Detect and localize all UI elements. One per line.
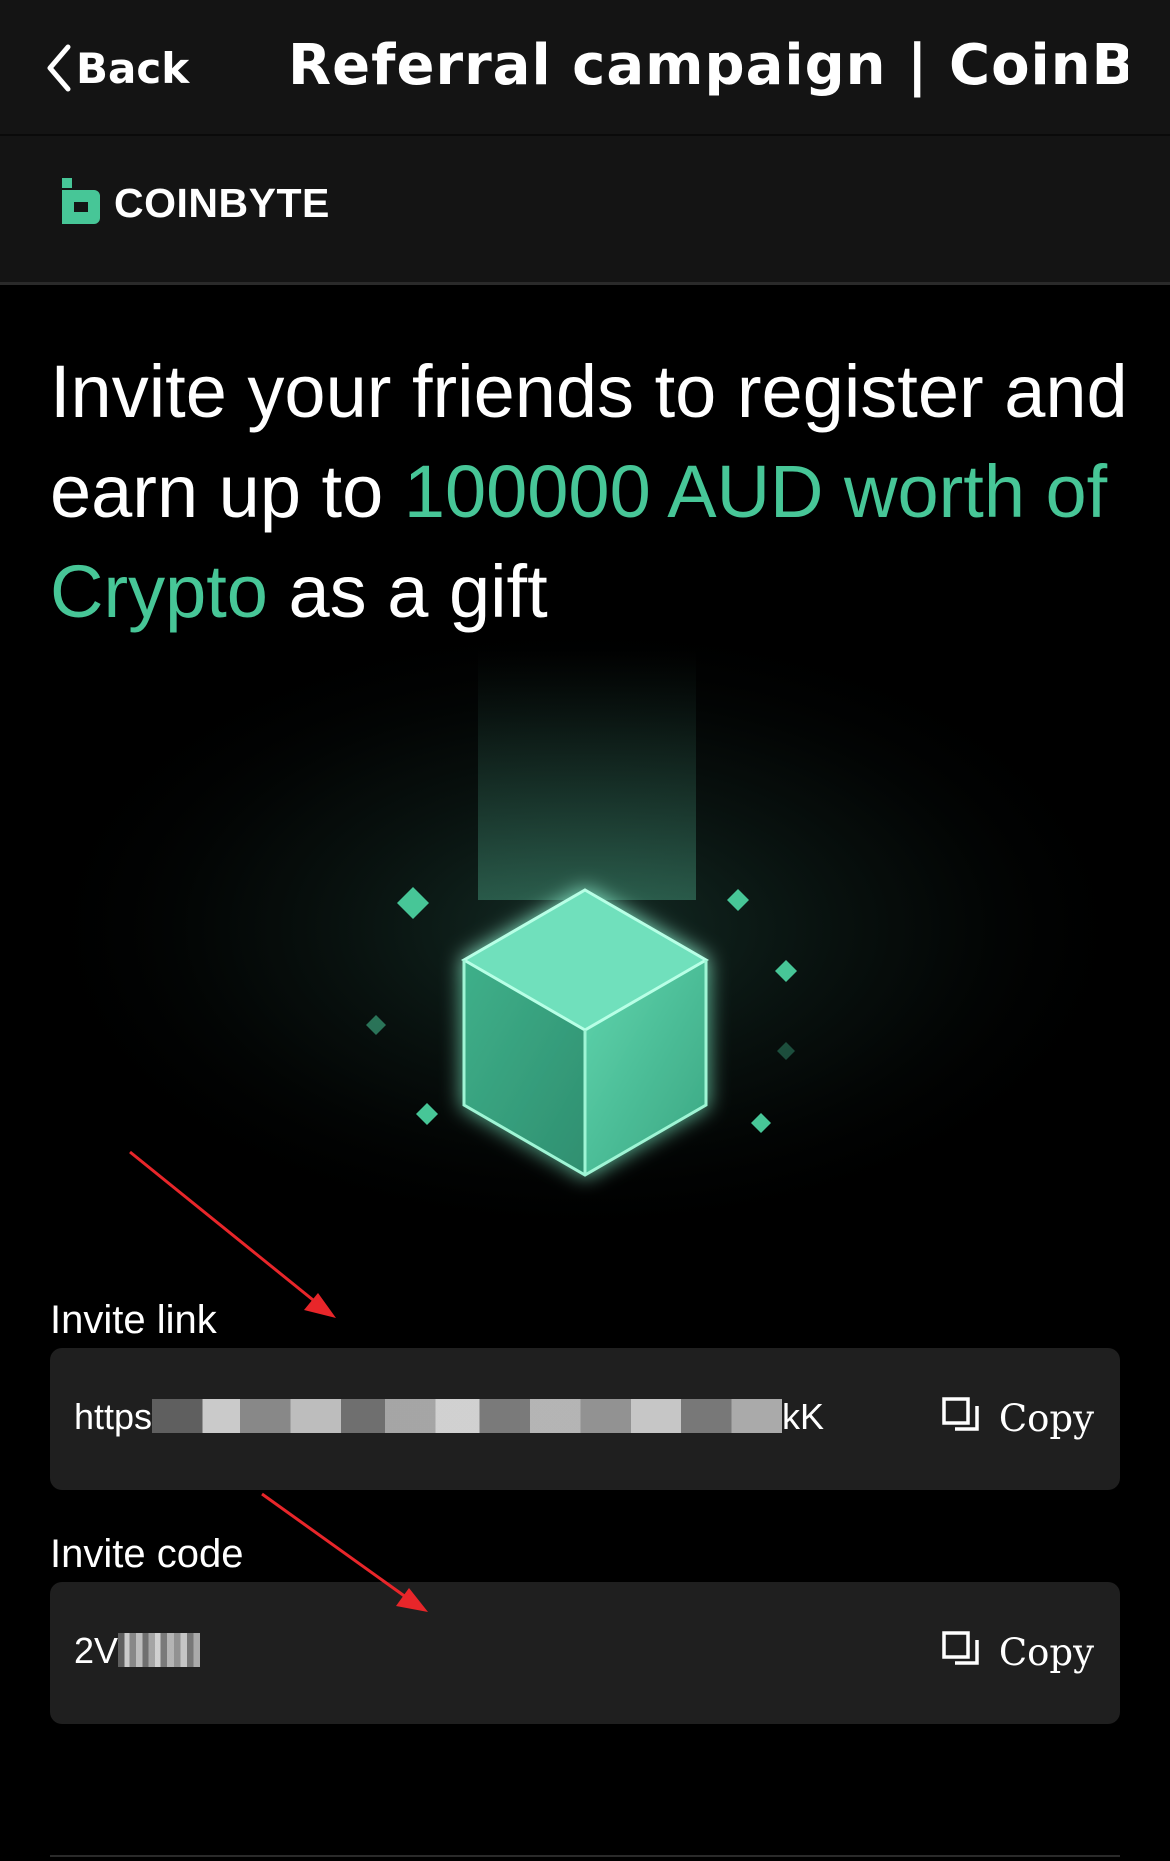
bottom-divider (50, 1855, 1120, 1857)
annotation-arrow-code (261, 1492, 411, 1602)
annotation-arrows (129, 1150, 428, 1612)
annotation-arrow-link (129, 1150, 319, 1306)
